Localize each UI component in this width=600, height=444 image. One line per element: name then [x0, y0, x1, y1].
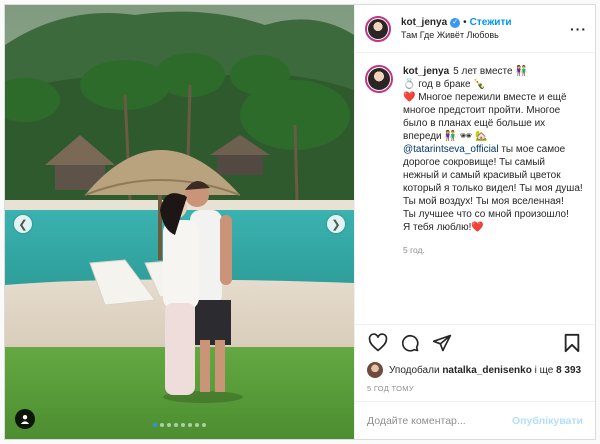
post-photo[interactable]: ❮ ❯ — [5, 5, 354, 439]
beach-couple-photo — [5, 5, 354, 439]
bookmark-icon[interactable] — [561, 332, 583, 354]
post-dialog: ❮ ❯ kot_jenya ✓ • Стежити Там Где Живёт … — [4, 4, 596, 440]
caption-avatar[interactable] — [365, 65, 393, 93]
caption-line-2: 💍 год в браке 🍾 — [403, 79, 486, 90]
likes-summary: Уподобали natalka_denisenko і ще 8 393 — [355, 360, 595, 380]
action-bar — [355, 324, 595, 360]
likes-prefix: Уподобали — [389, 364, 440, 376]
caption-closing: Я тебя люблю!❤️ — [403, 222, 484, 233]
caption-username[interactable]: kot_jenya — [403, 66, 449, 77]
likes-count[interactable]: 8 393 — [556, 365, 581, 376]
share-icon[interactable] — [431, 332, 453, 354]
caption-line-after: Ты лучшее что со мной произошло! — [403, 209, 569, 220]
carousel-dot — [167, 423, 171, 427]
caption-line-3: ❤️ Многое пережили вместе и ещё многое п… — [403, 92, 567, 142]
post-side-panel: kot_jenya ✓ • Стежити Там Где Живёт Любо… — [354, 5, 595, 439]
more-options-icon[interactable]: ··· — [570, 21, 587, 37]
caption-text: kot_jenya 5 лет вместе 👫 💍 год в браке 🍾 … — [403, 65, 583, 257]
caption-section: kot_jenya 5 лет вместе 👫 💍 год в браке 🍾 … — [355, 53, 595, 324]
chevron-left-icon[interactable]: ❮ — [14, 215, 32, 233]
carousel-dot — [160, 423, 164, 427]
avatar[interactable] — [365, 15, 391, 42]
carousel-dot — [153, 423, 157, 427]
verified-badge-icon: ✓ — [450, 17, 461, 28]
heart-icon[interactable] — [367, 332, 389, 354]
separator: • — [463, 17, 467, 28]
carousel-dot — [174, 423, 178, 427]
follow-button[interactable]: Стежити — [470, 17, 512, 28]
carousel-indicator — [5, 423, 354, 427]
carousel-dot — [195, 423, 199, 427]
comment-input[interactable] — [367, 414, 512, 427]
location-link[interactable]: Там Где Живёт Любовь — [401, 30, 570, 40]
author-username[interactable]: kot_jenya — [401, 17, 447, 28]
publish-button[interactable]: Опублікувати — [512, 415, 583, 427]
comment-form: Опублікувати — [355, 401, 595, 439]
liker-username[interactable]: natalka_denisenko — [442, 365, 531, 376]
mention-link[interactable]: @tatarintseva_official — [403, 144, 499, 155]
caption-age: 5 год. — [403, 245, 425, 255]
carousel-dot — [181, 423, 185, 427]
likes-connector: і ще — [534, 364, 554, 376]
post-header: kot_jenya ✓ • Стежити Там Где Живёт Любо… — [355, 5, 595, 53]
post-timestamp[interactable]: 5 ГОД ТОМУ — [355, 380, 595, 401]
comment-icon[interactable] — [399, 332, 421, 354]
carousel-dot — [188, 423, 192, 427]
chevron-right-icon[interactable]: ❯ — [327, 215, 345, 233]
caption-line-1: 5 лет вместе 👫 — [453, 66, 528, 77]
liker-avatar[interactable] — [367, 362, 383, 378]
carousel-dot — [202, 423, 206, 427]
